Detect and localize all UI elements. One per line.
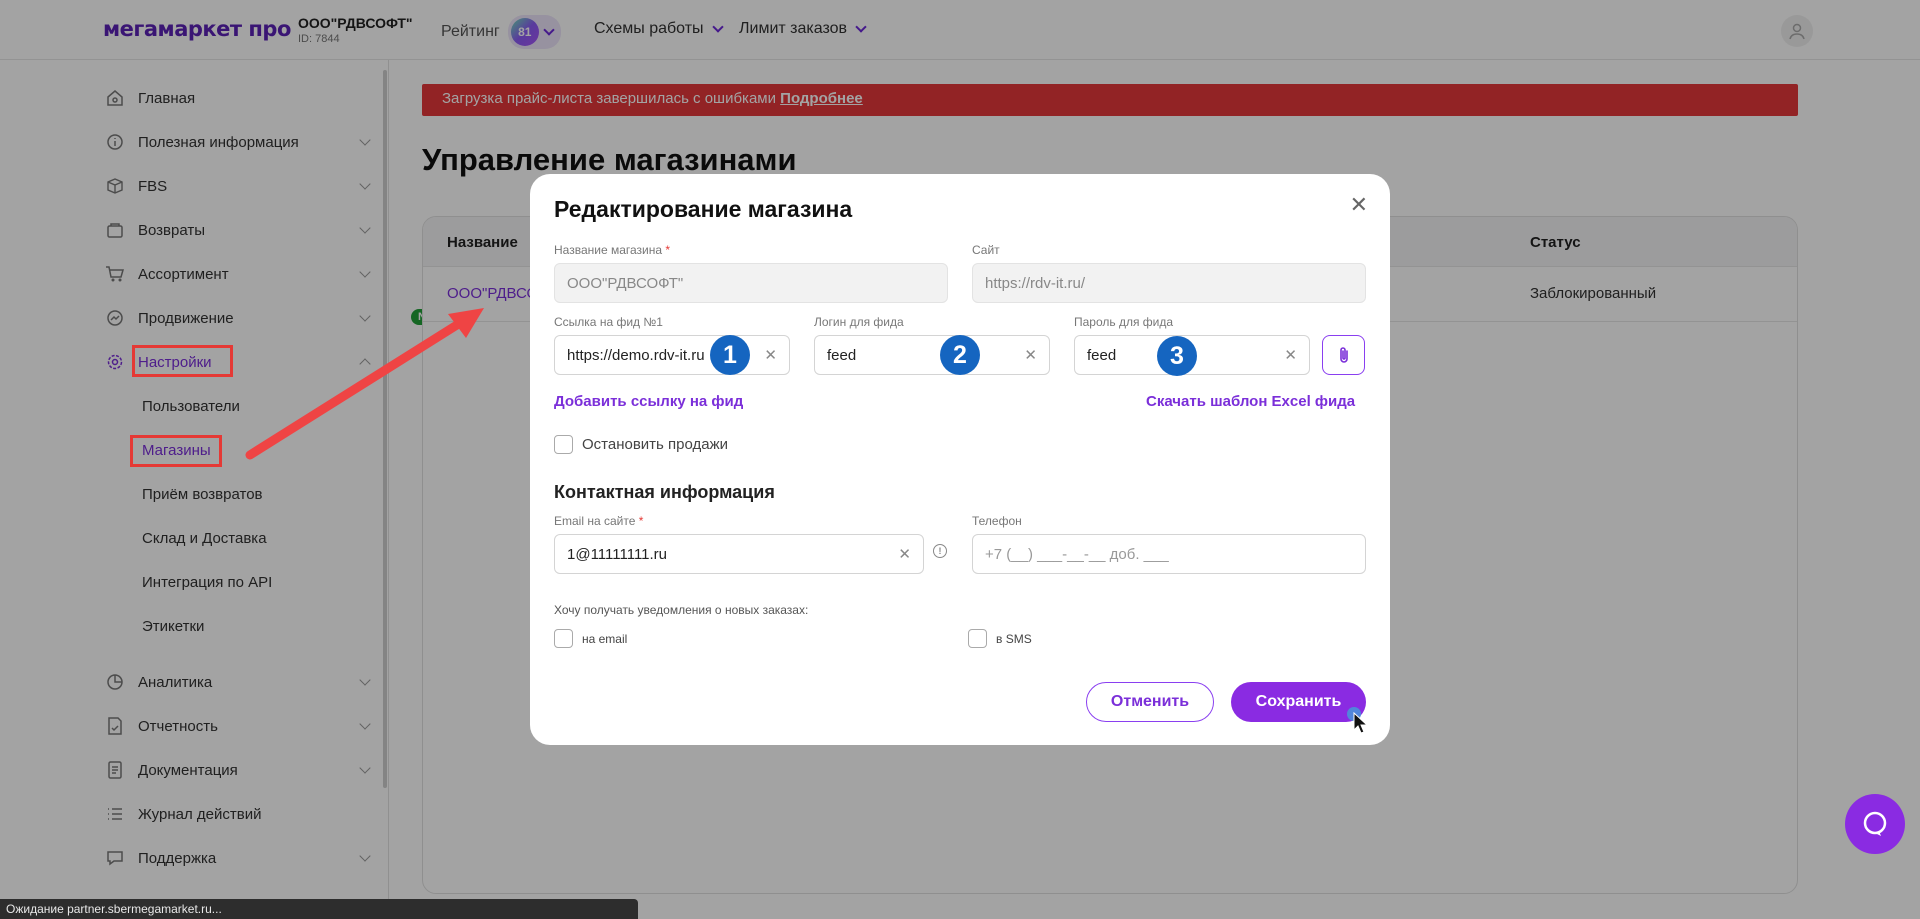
info-icon[interactable]: ! [933, 544, 947, 558]
notify-sms-label: в SMS [996, 632, 1032, 646]
feed-login-label: Логин для фида [814, 315, 904, 329]
email-label: Email на сайте * [554, 514, 643, 528]
required-mark: * [638, 514, 644, 528]
close-icon[interactable]: ✕ [1350, 194, 1368, 216]
cancel-button[interactable]: Отменить [1086, 682, 1214, 722]
store-name-field: ООО"РДВСОФТ" [554, 263, 948, 303]
paperclip-icon [1339, 347, 1348, 363]
modal-title: Редактирование магазина [554, 196, 853, 222]
feed-login-value: feed [827, 347, 857, 364]
step-marker-1: 1 [710, 335, 750, 375]
site-label: Сайт [972, 243, 1000, 257]
contact-section-title: Контактная информация [554, 482, 775, 502]
feed-password-label: Пароль для фида [1074, 315, 1174, 329]
label-text: Название магазина [554, 243, 663, 257]
phone-input[interactable]: +7 (__) ___-__-__ доб. ___ [972, 534, 1366, 574]
attach-file-button[interactable] [1322, 335, 1365, 375]
required-mark: * [665, 243, 671, 257]
chat-support-button[interactable] [1845, 794, 1905, 854]
site-field: https://rdv-it.ru/ [972, 263, 1366, 303]
notify-label: Хочу получать уведомления о новых заказа… [554, 603, 809, 617]
step-marker-2: 2 [940, 335, 980, 375]
add-feed-link[interactable]: Добавить ссылку на фид [554, 393, 743, 410]
email-input[interactable]: 1@11111111.ru ✕ [554, 534, 924, 574]
notify-email-checkbox[interactable] [554, 629, 573, 648]
step-marker-3: 3 [1157, 336, 1197, 376]
chat-icon [1863, 811, 1887, 836]
feed-password-value: feed [1087, 347, 1117, 364]
browser-status-bar: Ожидание partner.sbermegamarket.ru... [0, 899, 638, 919]
mouse-cursor-icon [1353, 712, 1369, 734]
store-name-label: Название магазина * [554, 243, 670, 257]
feed-url-label: Ссылка на фид №1 [554, 315, 663, 329]
clear-icon[interactable]: ✕ [898, 545, 911, 563]
edit-store-modal: Редактирование магазина ✕ Название магаз… [530, 174, 1390, 745]
email-value: 1@11111111.ru [567, 546, 668, 563]
stop-sales-label: Остановить продажи [582, 436, 729, 453]
label-text: Email на сайте [554, 514, 636, 528]
download-template-link[interactable]: Скачать шаблон Excel фида [1146, 393, 1355, 410]
stop-sales-checkbox[interactable] [554, 435, 573, 454]
phone-placeholder: +7 (__) ___-__-__ доб. ___ [985, 546, 1169, 563]
notify-email-label: на email [582, 632, 628, 646]
save-button[interactable]: Сохранить [1231, 682, 1366, 722]
clear-icon[interactable]: ✕ [764, 346, 777, 364]
clear-icon[interactable]: ✕ [1024, 346, 1037, 364]
notify-sms-checkbox[interactable] [968, 629, 987, 648]
phone-label: Телефон [972, 514, 1022, 528]
feed-login-input[interactable]: feed ✕ [814, 335, 1050, 375]
feed-url-value: https://demo.rdv-it.ru [567, 347, 705, 364]
feed-url-input[interactable]: https://demo.rdv-it.ru ✕ [554, 335, 790, 375]
clear-icon[interactable]: ✕ [1284, 346, 1297, 364]
